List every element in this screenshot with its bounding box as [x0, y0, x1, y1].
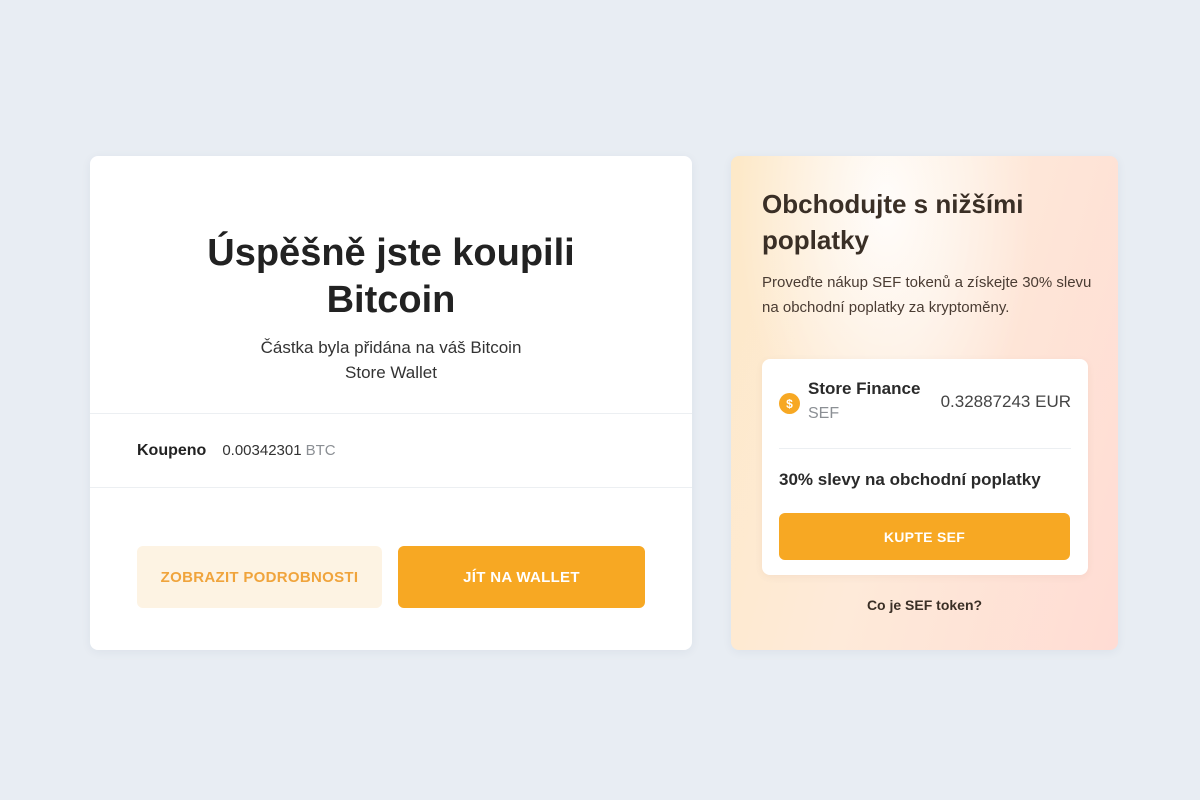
bought-unit: BTC: [305, 442, 336, 459]
purchase-success-card: Úspěšně jste koupili Bitcoin Částka byla…: [90, 156, 692, 650]
promo-description: Proveďte nákup SEF tokenů a získejte 30%…: [762, 274, 1092, 316]
view-details-button[interactable]: ZOBRAZIT PODROBNOSTI: [137, 546, 382, 608]
go-to-wallet-button[interactable]: JÍT NA WALLET: [398, 546, 645, 608]
what-is-sef-link[interactable]: Co je SEF token?: [731, 597, 1118, 613]
token-name: Store Finance: [808, 379, 921, 398]
success-header: Úspěšně jste koupili Bitcoin Částka byla…: [90, 156, 692, 414]
bought-label: Koupeno: [137, 441, 207, 459]
sef-coin-icon: $: [779, 393, 800, 414]
token-row: $ Store Finance SEF 0.32887243 EUR: [779, 359, 1071, 449]
bought-amount: 0.00342301: [222, 442, 302, 459]
success-actions: ZOBRAZIT PODROBNOSTI JÍT NA WALLET: [137, 546, 645, 608]
token-symbol: SEF: [808, 405, 840, 422]
discount-text: 30% slevy na obchodní poplatky: [779, 470, 1041, 489]
sef-promo-card: Obchodujte s nižšími poplatky Proveďte n…: [731, 156, 1118, 650]
sef-offer-box: $ Store Finance SEF 0.32887243 EUR 30% s…: [762, 359, 1088, 575]
token-price: 0.32887243 EUR: [940, 392, 1071, 411]
success-title: Úspěšně jste koupili Bitcoin: [207, 232, 575, 321]
buy-sef-button[interactable]: KUPTE SEF: [779, 513, 1070, 560]
promo-title: Obchodujte s nižšími poplatky: [762, 189, 1024, 255]
success-subtitle: Částka byla přidána na váš Bitcoin Store…: [260, 338, 522, 382]
bought-summary-row: Koupeno 0.00342301 BTC: [90, 414, 692, 488]
